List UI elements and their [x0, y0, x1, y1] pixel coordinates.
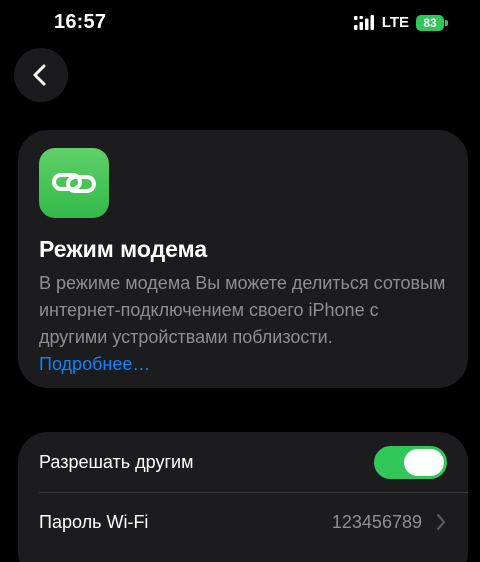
page-title: Режим модема	[39, 236, 208, 262]
hotspot-settings-screen: 16:57 LTE 83 Режим модема В режиме модем…	[0, 0, 480, 562]
chevron-left-icon	[33, 64, 46, 86]
allow-others-toggle[interactable]	[374, 446, 447, 479]
battery-icon: 83	[416, 14, 450, 32]
back-button[interactable]	[14, 48, 68, 102]
learn-more-link[interactable]: Подробнее…	[39, 354, 150, 374]
description-text: В режиме модема Вы можете делиться сотов…	[39, 273, 446, 347]
battery-level: 83	[416, 15, 444, 31]
cellular-signal-icon	[353, 15, 374, 30]
status-indicators: LTE 83	[353, 13, 450, 33]
hotspot-settings-group: Разрешать другим Пароль Wi-Fi 123456789	[18, 432, 468, 562]
status-bar: 16:57 LTE 83	[0, 8, 480, 38]
hotspot-app-icon	[39, 148, 109, 218]
hotspot-info-card: Режим модема В режиме модема Вы можете д…	[18, 130, 468, 388]
toggle-knob	[404, 449, 444, 476]
allow-others-row[interactable]: Разрешать другим	[18, 432, 468, 496]
status-time: 16:57	[54, 11, 107, 33]
wifi-password-row[interactable]: Пароль Wi-Fi 123456789	[18, 492, 468, 556]
wifi-password-value: 123456789	[331, 512, 422, 532]
battery-cap	[445, 20, 448, 26]
chevron-right-icon	[436, 513, 446, 531]
hotspot-description: В режиме модема Вы можете делиться сотов…	[39, 270, 447, 378]
link-chain-icon	[52, 173, 96, 193]
allow-others-label: Разрешать другим	[39, 452, 194, 472]
wifi-password-label: Пароль Wi-Fi	[39, 512, 149, 532]
network-type: LTE	[381, 14, 409, 31]
